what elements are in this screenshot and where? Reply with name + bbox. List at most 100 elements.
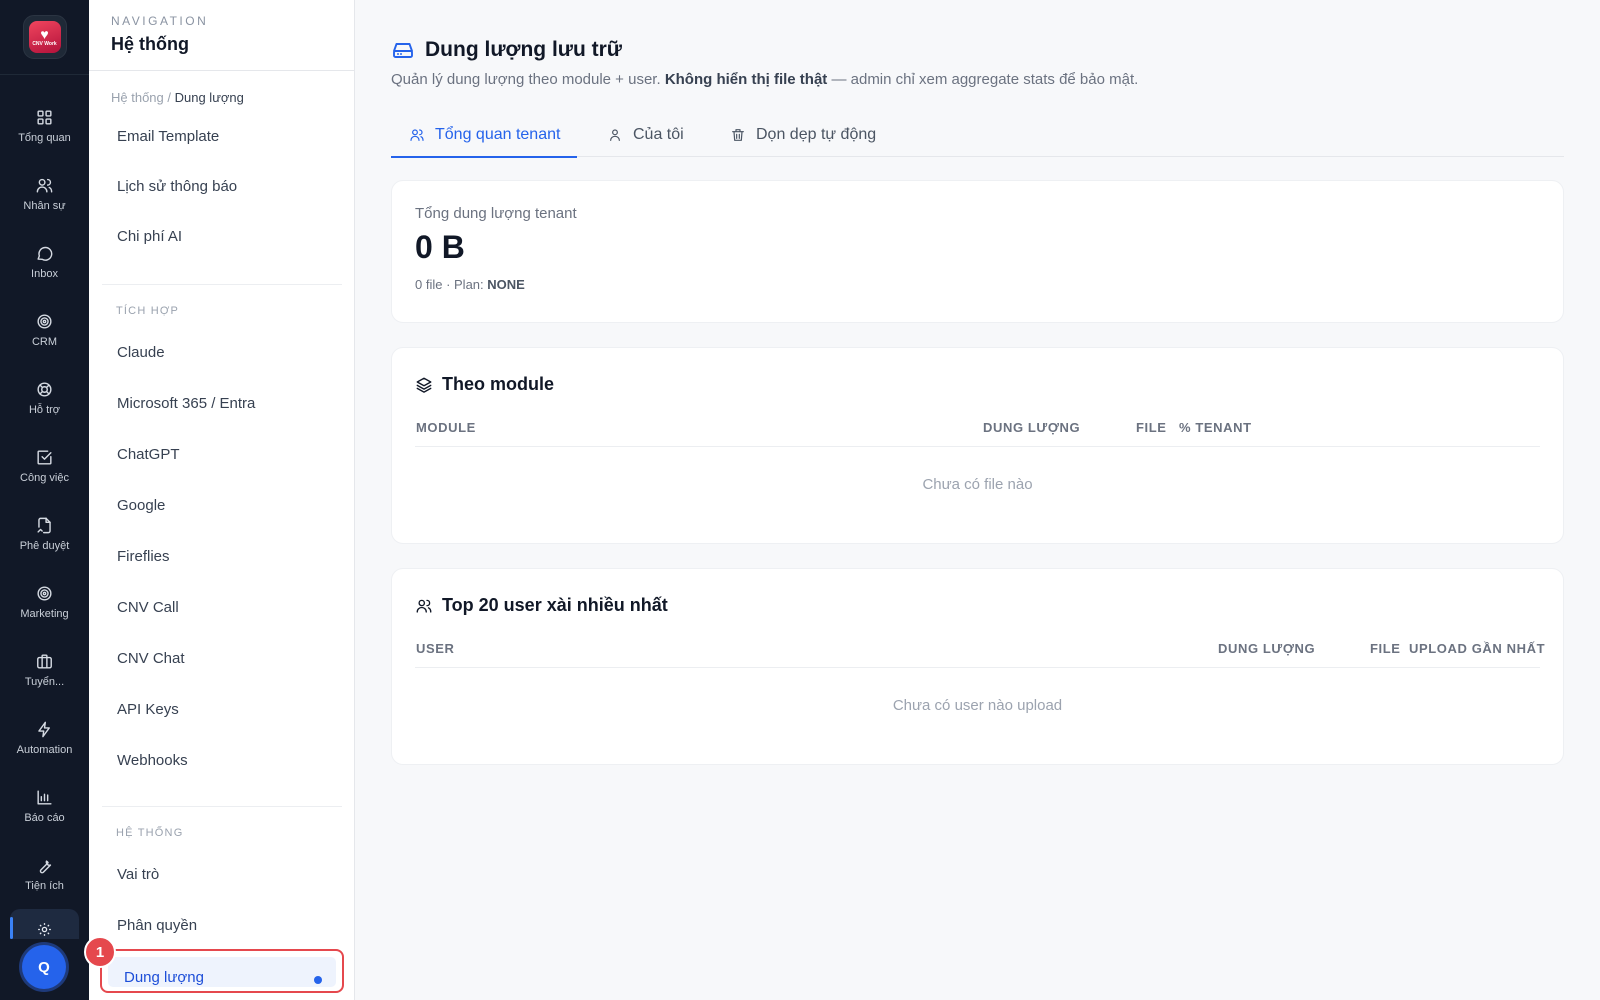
tab-label: Của tôi [633, 125, 684, 143]
tenant-summary-card: Tổng dung lượng tenant 0 B 0 file · Plan… [391, 180, 1564, 323]
nav-item-google[interactable]: Google [117, 497, 165, 514]
heart-logo-icon: ♥ CNV Work [28, 21, 61, 53]
secondary-nav: NAVIGATION Hệ thống Hệ thống / Dung lượn… [89, 0, 355, 1000]
nav-item-claude[interactable]: Claude [117, 344, 165, 361]
dashboard-icon [37, 110, 52, 125]
nav-title: Hệ thống [111, 34, 189, 54]
rail-item-tong-quan[interactable]: Tổng quan [0, 92, 89, 160]
breadcrumb-parent[interactable]: Hệ thống [111, 90, 164, 105]
column-header-tenant-percent[interactable]: % TENANT [1179, 420, 1252, 435]
hard-drive-icon [393, 43, 413, 58]
rail-item-crm[interactable]: CRM [0, 296, 89, 364]
rail-item-label: CRM [31, 336, 58, 348]
rail-item-inbox[interactable]: Inbox [0, 228, 89, 296]
column-header-storage[interactable]: DUNG LƯỢNG [1218, 641, 1315, 656]
subtitle-text: Quản lý dung lượng theo module + user. [391, 71, 665, 88]
breadcrumb: Hệ thống / Dung lượng [111, 90, 244, 105]
column-header-file[interactable]: FILE [1370, 641, 1401, 656]
tab-don-dep-tu-dong[interactable]: Dọn dẹp tự động [730, 112, 876, 157]
rail-item-cong-viec[interactable]: Công việc [0, 432, 89, 500]
target-icon [37, 314, 52, 329]
user-icon [610, 128, 620, 141]
total-storage-label: Tổng dung lượng tenant [415, 205, 577, 222]
nav-item-phan-quyen[interactable]: Phân quyền [117, 917, 197, 934]
users-icon [36, 178, 53, 193]
rail-item-nhan-su[interactable]: Nhân sự [0, 160, 89, 228]
page-subtitle: Quản lý dung lượng theo module + user. K… [391, 71, 1138, 88]
column-header-module[interactable]: MODULE [416, 420, 476, 435]
wrench-icon [39, 860, 52, 874]
column-header-last-upload[interactable]: UPLOAD GẦN NHẤT [1409, 641, 1545, 656]
tab-label: Tổng quan tenant [435, 125, 561, 143]
nav-divider [102, 806, 342, 807]
column-header-storage[interactable]: DUNG LƯỢNG [983, 420, 1080, 435]
nav-item-fireflies[interactable]: Fireflies [117, 548, 170, 565]
rail-item-label: Tổng quan [18, 132, 71, 144]
breadcrumb-separator: / [163, 90, 175, 105]
nav-divider [102, 284, 342, 285]
modules-card: Theo module MODULE DUNG LƯỢNG FILE % TEN… [391, 347, 1564, 544]
nav-header: NAVIGATION Hệ thống [89, 0, 354, 71]
modules-empty-state: Chưa có file nào [922, 476, 1033, 493]
nav-item-webhooks[interactable]: Webhooks [117, 752, 188, 769]
logo-text: CNV Work [32, 41, 57, 47]
nav-item-email-template[interactable]: Email Template [117, 128, 219, 145]
icon-rail: ♥ CNV Work Tổng quan Nhân sự Inbox CRM H… [0, 0, 89, 1000]
rail-item-label: Tuyển... [24, 676, 65, 688]
rail-item-automation[interactable]: Automation [0, 704, 89, 772]
rail-item-label: Marketing [20, 608, 69, 620]
rail-item-label: Automation [16, 744, 73, 756]
storage-meta: 0 file · Plan: NONE [415, 277, 525, 292]
nav-item-vai-tro[interactable]: Vai trò [117, 866, 159, 883]
column-header-file[interactable]: FILE [1136, 420, 1167, 435]
users-icon [410, 128, 424, 141]
tab-tong-quan-tenant[interactable]: Tổng quan tenant [391, 112, 577, 158]
column-header-user[interactable]: USER [416, 641, 455, 656]
nav-item-microsoft-365[interactable]: Microsoft 365 / Entra [117, 395, 255, 412]
rail-item-label: Phê duyệt [19, 540, 70, 552]
active-item-background: Dung lượng [108, 957, 336, 987]
active-dot-indicator [314, 976, 322, 984]
top-users-card: Top 20 user xài nhiều nhất USER DUNG LƯỢ… [391, 568, 1564, 765]
table-header-divider [415, 667, 1540, 668]
nav-item-lich-su-thong-bao[interactable]: Lịch sử thông báo [117, 178, 237, 195]
nav-item-cnv-call[interactable]: CNV Call [117, 599, 179, 616]
nav-item-dung-luong-active[interactable]: Dung lượng [100, 949, 344, 993]
rail-item-label: Báo cáo [24, 812, 65, 824]
trash-icon [732, 128, 744, 141]
rail-item-tuyen-dung[interactable]: Tuyển... [0, 636, 89, 704]
table-header-divider [415, 446, 1540, 447]
modules-card-header: Theo module [415, 374, 554, 395]
nav-item-cnv-chat[interactable]: CNV Chat [117, 650, 185, 667]
nav-item-label: Dung lượng [124, 969, 204, 986]
users-icon [416, 599, 432, 613]
user-avatar[interactable]: Q [22, 945, 66, 989]
breadcrumb-current: Dung lượng [174, 90, 244, 105]
rail-item-marketing[interactable]: Marketing [0, 568, 89, 636]
nav-item-api-keys[interactable]: API Keys [117, 701, 179, 718]
rail-item-bao-cao[interactable]: Báo cáo [0, 772, 89, 840]
rail-item-label: Công việc [20, 472, 69, 484]
file-sign-icon [37, 517, 51, 534]
top-users-card-header: Top 20 user xài nhiều nhất [415, 595, 668, 616]
rail-item-phe-duyet[interactable]: Phê duyệt [0, 500, 89, 568]
app-logo[interactable]: ♥ CNV Work [22, 15, 67, 59]
nav-section-system: HỆ THỐNG [116, 827, 184, 839]
rail-item-label: Tiện ích [25, 880, 64, 892]
rail-item-ho-tro[interactable]: Hỗ trợ [0, 364, 89, 432]
rail-item-he-thong-active[interactable] [10, 909, 79, 939]
total-storage-value: 0 B [415, 229, 465, 265]
nav-item-chatgpt[interactable]: ChatGPT [117, 446, 180, 463]
top-users-empty-state: Chưa có user nào upload [892, 697, 1063, 714]
subtitle-text: — admin chỉ xem aggregate stats để bảo m… [827, 71, 1139, 88]
tab-cua-toi[interactable]: Của tôi [607, 112, 684, 157]
bolt-icon [38, 721, 50, 738]
rail-item-label: Nhân sự [23, 200, 66, 212]
subtitle-emphasis: Không hiển thị file thật [664, 71, 828, 88]
gear-icon [38, 923, 51, 936]
target-icon [37, 586, 52, 601]
nav-section-integrations: TÍCH HỢP [116, 305, 180, 317]
rail-item-tien-ich[interactable]: Tiện ích [0, 840, 89, 908]
nav-item-chi-phi-ai[interactable]: Chi phí AI [117, 228, 182, 245]
tab-bar: Tổng quan tenant Của tôi Dọn dẹp tự động [391, 112, 1564, 158]
